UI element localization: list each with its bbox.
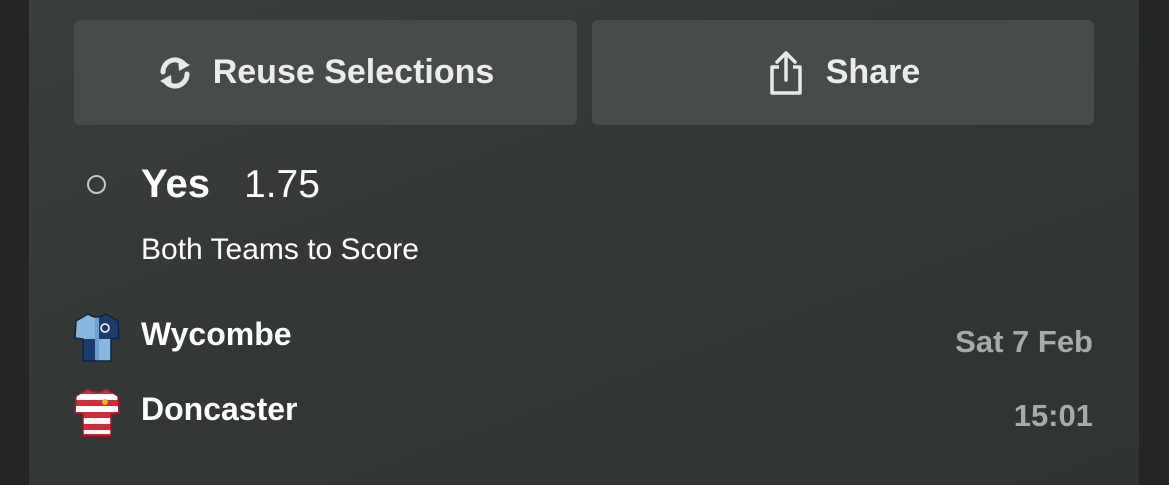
reuse-selections-button[interactable]: Reuse Selections — [74, 20, 577, 125]
home-team-name: Wycombe — [141, 316, 292, 352]
share-button[interactable]: Share — [592, 20, 1094, 125]
bet-card: Reuse Selections Share Yes 1.75 Both Tea… — [29, 0, 1139, 485]
match-date: Sat 7 Feb — [955, 324, 1093, 359]
away-jersey-icon — [73, 386, 121, 438]
selection-odds: 1.75 — [244, 163, 320, 206]
match-time: 15:01 — [1013, 398, 1093, 433]
selection-radio[interactable] — [87, 175, 106, 194]
share-label: Share — [825, 53, 921, 91]
reuse-selections-label: Reuse Selections — [212, 53, 495, 91]
selection-name: Yes — [141, 162, 210, 206]
home-jersey-icon — [73, 311, 121, 363]
share-icon — [766, 50, 806, 96]
away-team-name: Doncaster — [141, 391, 298, 427]
refresh-icon — [157, 53, 193, 93]
market-name: Both Teams to Score — [141, 233, 419, 266]
